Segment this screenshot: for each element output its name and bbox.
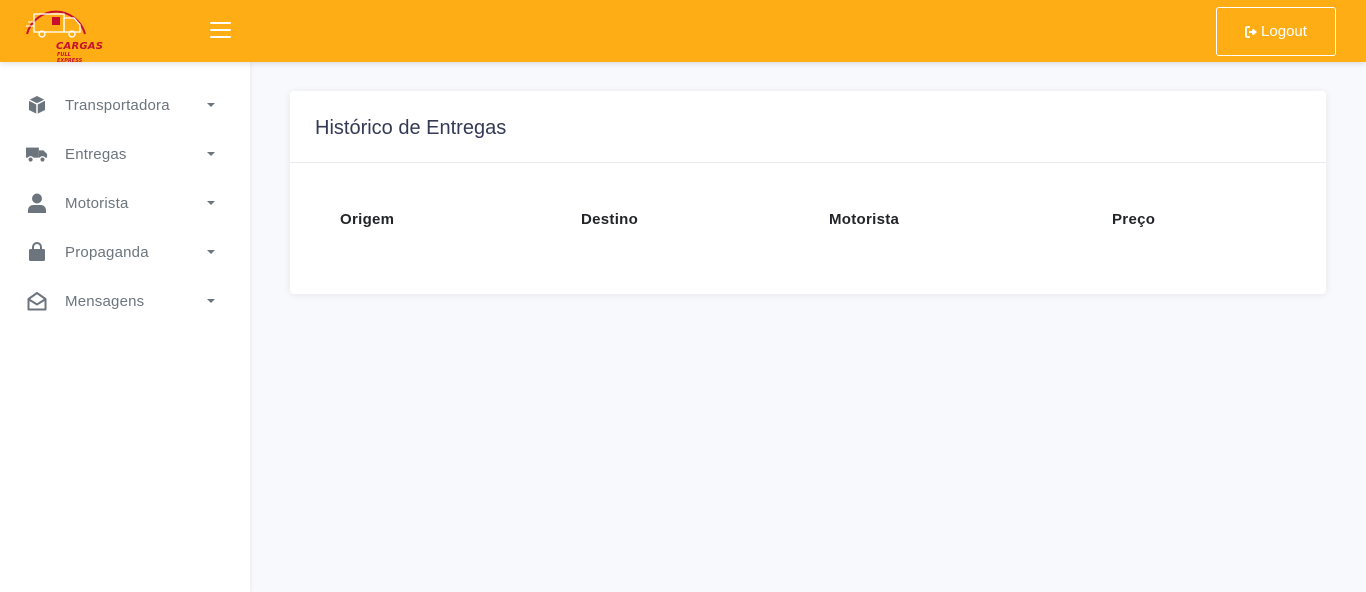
- sidebar-item-mensagens[interactable]: Mensagens: [0, 281, 250, 321]
- sidebar-item-label: Transportadora: [65, 96, 170, 114]
- logout-label: Logout: [1261, 23, 1307, 40]
- cube-icon: [26, 94, 48, 116]
- caret-down-icon: [207, 299, 215, 303]
- table-header-destino: Destino: [581, 211, 639, 228]
- top-navbar: CARGAS FULL EXPRESS Logout: [0, 0, 1366, 64]
- truck-icon: [26, 143, 48, 165]
- table-header-preco: Preço: [1112, 211, 1156, 228]
- caret-down-icon: [207, 201, 215, 205]
- hamburger-icon[interactable]: [210, 21, 232, 39]
- user-icon: [26, 192, 48, 214]
- logo-text: CARGAS: [56, 41, 104, 52]
- sidebar-item-label: Motorista: [65, 194, 129, 212]
- shopping-bag-icon: [26, 241, 48, 263]
- sidebar-item-label: Entregas: [65, 145, 127, 163]
- sidebar-item-motorista[interactable]: Motorista: [0, 183, 250, 223]
- logo-subtext: FULL EXPRESS: [57, 52, 83, 64]
- delivery-history-card: Histórico de Entregas Origem Destino Mot…: [290, 91, 1326, 294]
- caret-down-icon: [207, 152, 215, 156]
- sidebar-item-label: Mensagens: [65, 292, 145, 310]
- table-header-origem: Origem: [340, 211, 395, 228]
- sidebar-item-transportadora[interactable]: Transportadora: [0, 85, 250, 125]
- card-title: Histórico de Entregas: [315, 117, 507, 139]
- sign-out-icon: [1245, 25, 1258, 38]
- card-header: Histórico de Entregas: [290, 91, 1326, 163]
- sidebar-item-label: Propaganda: [65, 243, 149, 261]
- sidebar: Transportadora Entregas Motorista Propag…: [0, 62, 250, 592]
- caret-down-icon: [207, 250, 215, 254]
- table-header-motorista: Motorista: [829, 211, 900, 228]
- sidebar-item-propaganda[interactable]: Propaganda: [0, 232, 250, 272]
- sidebar-item-entregas[interactable]: Entregas: [0, 134, 250, 174]
- envelope-open-icon: [26, 290, 48, 312]
- caret-down-icon: [207, 103, 215, 107]
- logout-button[interactable]: Logout: [1216, 7, 1336, 56]
- company-logo[interactable]: CARGAS FULL EXPRESS: [22, 0, 103, 64]
